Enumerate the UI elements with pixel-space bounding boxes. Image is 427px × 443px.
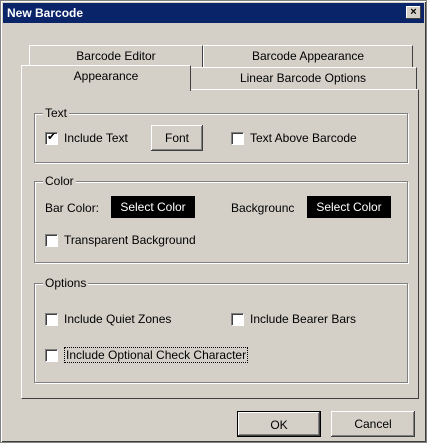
include-bearer-bars-label: Include Bearer Bars (250, 312, 357, 326)
color-group: Color Bar Color: Select Color Backgrounc… (34, 174, 408, 263)
tab-panel-appearance: Text Include Text Font Text Above Barcod… (21, 89, 419, 399)
background-color-select-button[interactable]: Select Color (307, 196, 391, 218)
tab-label: Barcode Editor (76, 49, 156, 63)
options-group-legend: Options (43, 276, 89, 290)
include-quiet-zones-label: Include Quiet Zones (64, 312, 172, 326)
tab-label: Linear Barcode Options (239, 71, 367, 85)
close-button[interactable]: × (406, 6, 421, 19)
ok-button-label: OK (270, 418, 288, 432)
font-button-label: Font (164, 131, 189, 145)
text-above-barcode-checkbox[interactable]: Text Above Barcode (231, 131, 357, 145)
checkbox-box (45, 312, 58, 326)
checkbox-box (45, 130, 58, 145)
bar-color-label: Bar Color: (45, 201, 100, 215)
options-group: Options Include Quiet Zones Include Bear… (34, 276, 408, 383)
font-button[interactable]: Font (151, 125, 203, 151)
tab-label: Barcode Appearance (251, 49, 365, 63)
close-icon: × (410, 6, 417, 18)
tab-appearance[interactable]: Appearance (21, 65, 191, 91)
include-text-label: Include Text (64, 131, 128, 145)
text-group: Text Include Text Font Text Above Barcod… (34, 106, 408, 163)
include-bearer-bars-checkbox[interactable]: Include Bearer Bars (231, 312, 356, 326)
tab-barcode-editor[interactable]: Barcode Editor (29, 45, 203, 67)
background-color-select-label: Select Color (316, 200, 382, 214)
checkbox-box (45, 233, 58, 247)
bar-color-select-label: Select Color (120, 200, 186, 214)
window-title: New Barcode (7, 6, 84, 20)
include-quiet-zones-checkbox[interactable]: Include Quiet Zones (45, 312, 171, 326)
cancel-button[interactable]: Cancel (331, 411, 415, 437)
text-above-barcode-label: Text Above Barcode (250, 131, 357, 145)
include-check-character-checkbox[interactable]: Include Optional Check Character (45, 347, 249, 363)
background-color-label: Backgrounc (231, 201, 295, 215)
include-check-character-label: Include Optional Check Character (64, 347, 249, 363)
checkbox-box (231, 312, 244, 326)
checkbox-box (45, 348, 58, 362)
include-text-checkbox[interactable]: Include Text (45, 130, 128, 145)
tab-barcode-appearance[interactable]: Barcode Appearance (203, 45, 413, 67)
checkbox-box (231, 131, 244, 145)
transparent-background-checkbox[interactable]: Transparent Background (45, 233, 196, 247)
new-barcode-dialog: New Barcode × Barcode Editor Barcode App… (0, 0, 427, 443)
transparent-background-label: Transparent Background (64, 233, 196, 247)
tab-linear-barcode-options[interactable]: Linear Barcode Options (189, 67, 417, 89)
ok-button[interactable]: OK (237, 411, 321, 437)
cancel-button-label: Cancel (354, 417, 392, 431)
title-bar: New Barcode × (3, 3, 424, 23)
tab-label: Appearance (73, 69, 139, 83)
color-group-legend: Color (43, 174, 76, 188)
text-group-legend: Text (43, 106, 70, 120)
bar-color-select-button[interactable]: Select Color (111, 196, 195, 218)
